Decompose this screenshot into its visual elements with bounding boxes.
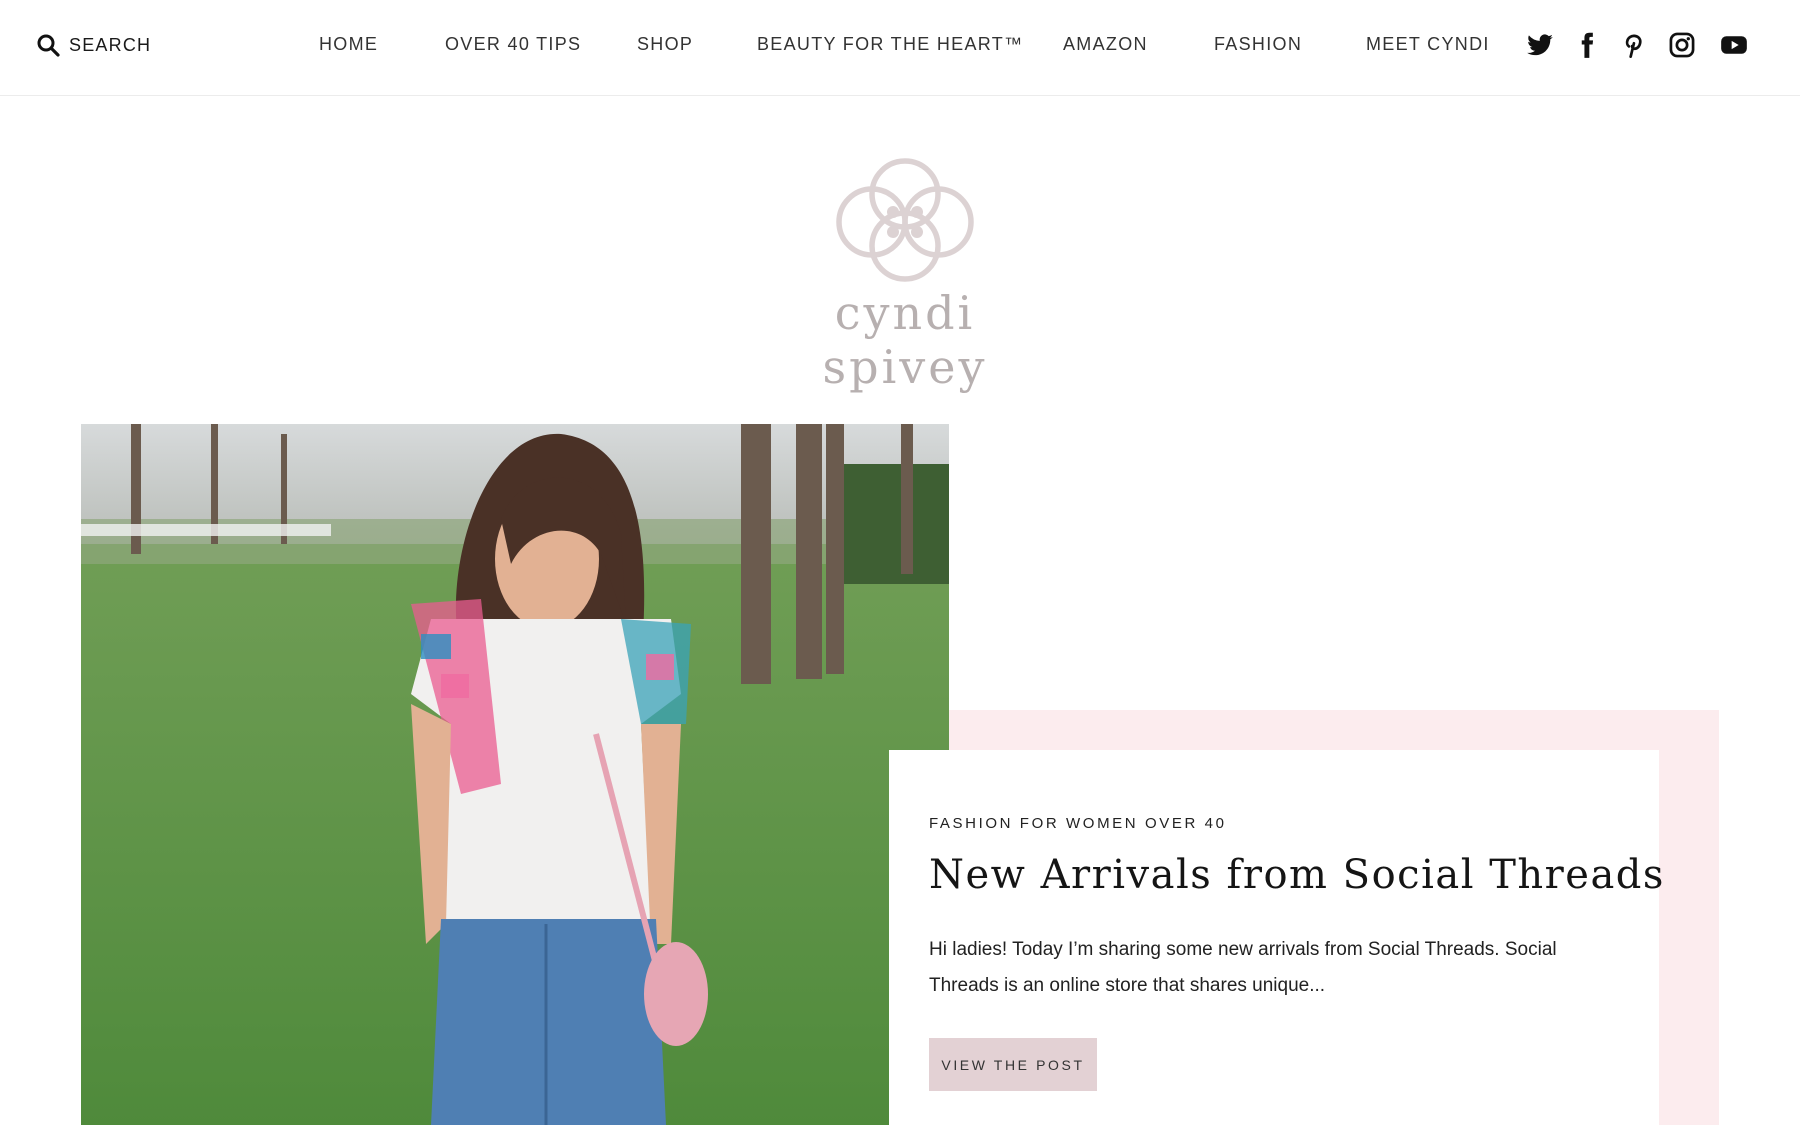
- instagram-icon: [1669, 32, 1695, 58]
- twitter-icon: [1527, 34, 1553, 56]
- logo-text: cyndi spivey: [822, 286, 988, 394]
- post-excerpt: Hi ladies! Today I’m sharing some new ar…: [929, 939, 1557, 996]
- facebook-link[interactable]: [1572, 30, 1602, 60]
- pinterest-icon: [1625, 34, 1642, 59]
- site-header: SEARCH HOME OVER 40 TIPS SHOP BEAUTY FOR…: [0, 0, 1800, 96]
- featured-photo: [81, 424, 949, 1125]
- twitter-link[interactable]: [1525, 30, 1555, 60]
- site-logo[interactable]: cyndi spivey: [760, 150, 1050, 394]
- view-post-button[interactable]: VIEW THE POST: [929, 1038, 1097, 1091]
- post-category-link[interactable]: FASHION FOR WOMEN OVER 40: [929, 815, 1227, 832]
- instagram-link[interactable]: [1667, 30, 1697, 60]
- facebook-icon: [1581, 32, 1594, 58]
- post-title[interactable]: New Arrivals from Social Threads: [929, 852, 1665, 898]
- featured-post-card: FASHION FOR WOMEN OVER 40 New Arrivals f…: [889, 750, 1663, 1125]
- featured-post-image[interactable]: [81, 424, 949, 1125]
- youtube-link[interactable]: [1719, 30, 1749, 60]
- social-links: [0, 30, 1800, 62]
- youtube-icon: [1721, 36, 1747, 54]
- logo-mark-icon: [836, 158, 974, 282]
- pinterest-link[interactable]: [1618, 30, 1648, 60]
